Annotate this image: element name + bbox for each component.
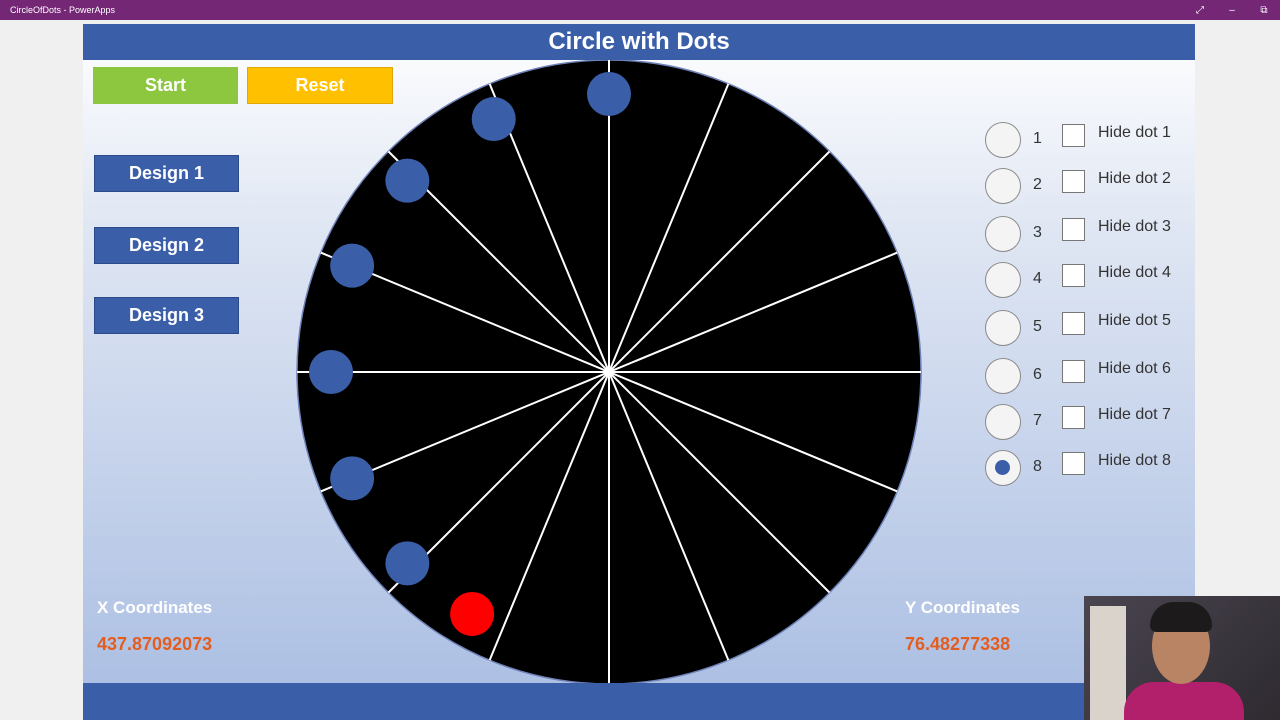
dot-option-row-5: 5 Hide dot 5 <box>985 310 1195 346</box>
hide-dot-label-4: Hide dot 4 <box>1098 264 1171 281</box>
design-1-button[interactable]: Design 1 <box>94 155 239 192</box>
dot-2 <box>385 541 430 586</box>
hide-dot-checkbox-3[interactable] <box>1062 218 1085 241</box>
dot-radio-label-1: 1 <box>1033 130 1042 147</box>
dot-radio-label-8: 8 <box>1033 458 1042 475</box>
dot-7 <box>471 97 516 142</box>
circle-spokes <box>297 60 921 684</box>
dot-radio-7[interactable] <box>985 404 1021 440</box>
dot-5 <box>330 243 375 288</box>
hide-dot-checkbox-6[interactable] <box>1062 360 1085 383</box>
dot-radio-label-7: 7 <box>1033 412 1042 429</box>
hide-dot-label-7: Hide dot 7 <box>1098 406 1171 423</box>
dot-radio-5[interactable] <box>985 310 1021 346</box>
dot-3 <box>330 456 375 501</box>
webcam-background-door <box>1090 606 1126 720</box>
dot-option-row-2: 2 Hide dot 2 <box>985 168 1195 204</box>
hide-dot-checkbox-8[interactable] <box>1062 452 1085 475</box>
window-title: CircleOfDots - PowerApps <box>10 5 116 15</box>
dot-radio-label-3: 3 <box>1033 224 1042 241</box>
dot-radio-label-4: 4 <box>1033 270 1042 287</box>
dot-radio-label-6: 6 <box>1033 366 1042 383</box>
hide-dot-checkbox-2[interactable] <box>1062 170 1085 193</box>
design-2-button[interactable]: Design 2 <box>94 227 239 264</box>
x-coordinates-label: X Coordinates <box>97 598 213 617</box>
hide-dot-checkbox-7[interactable] <box>1062 406 1085 429</box>
hide-dot-checkbox-4[interactable] <box>1062 264 1085 287</box>
hide-dot-label-2: Hide dot 2 <box>1098 170 1171 187</box>
y-coordinates-value: 76.48277338 <box>905 634 1011 654</box>
hide-dot-checkbox-5[interactable] <box>1062 312 1085 335</box>
page-title: Circle with Dots <box>548 28 730 55</box>
dot-6 <box>385 158 430 203</box>
dots-circle[interactable] <box>295 60 925 686</box>
presenter-shirt <box>1124 682 1244 720</box>
dot-4 <box>309 350 353 394</box>
hide-dot-label-8: Hide dot 8 <box>1098 452 1171 469</box>
hide-dot-label-3: Hide dot 3 <box>1098 218 1171 235</box>
hide-dot-label-5: Hide dot 5 <box>1098 312 1171 329</box>
hide-dot-label-6: Hide dot 6 <box>1098 360 1171 377</box>
design-3-button[interactable]: Design 3 <box>94 297 239 334</box>
dot-option-row-1: 1 Hide dot 1 <box>985 122 1195 158</box>
app-footer <box>83 683 1195 720</box>
dot-radio-label-2: 2 <box>1033 176 1042 193</box>
dot-radio-8[interactable] <box>985 450 1021 486</box>
y-coordinates-label: Y Coordinates <box>905 598 1020 617</box>
minimize-icon[interactable]: – <box>1216 0 1248 20</box>
expand-icon[interactable]: ⤢ <box>1184 0 1216 20</box>
hide-dot-checkbox-1[interactable] <box>1062 124 1085 147</box>
x-coordinates-value: 437.87092073 <box>97 634 213 654</box>
start-button[interactable]: Start <box>93 67 238 104</box>
dot-option-row-3: 3 Hide dot 3 <box>985 216 1195 252</box>
hide-dot-label-1: Hide dot 1 <box>1098 124 1171 141</box>
dot-option-row-6: 6 Hide dot 6 <box>985 358 1195 394</box>
dot-radio-6[interactable] <box>985 358 1021 394</box>
restore-icon[interactable]: ⧉ <box>1248 0 1280 20</box>
dot-radio-label-5: 5 <box>1033 318 1042 335</box>
dot-radio-4[interactable] <box>985 262 1021 298</box>
window-titlebar: CircleOfDots - PowerApps ⤢ – ⧉ <box>0 0 1280 20</box>
app-header: Circle with Dots <box>83 24 1195 60</box>
dot-option-row-4: 4 Hide dot 4 <box>985 262 1195 298</box>
window-controls: ⤢ – ⧉ <box>1184 0 1280 20</box>
presenter-hair <box>1150 602 1212 632</box>
dot-radio-3[interactable] <box>985 216 1021 252</box>
app-screen: Circle with Dots Start Reset Design 1 De… <box>83 24 1195 720</box>
presenter-webcam <box>1084 596 1280 720</box>
dot-radio-2[interactable] <box>985 168 1021 204</box>
dot-8 <box>587 72 631 116</box>
dot-option-row-7: 7 Hide dot 7 <box>985 404 1195 440</box>
dot-radio-1[interactable] <box>985 122 1021 158</box>
active-dot <box>450 591 495 636</box>
dot-option-row-8: 8 Hide dot 8 <box>985 450 1195 486</box>
